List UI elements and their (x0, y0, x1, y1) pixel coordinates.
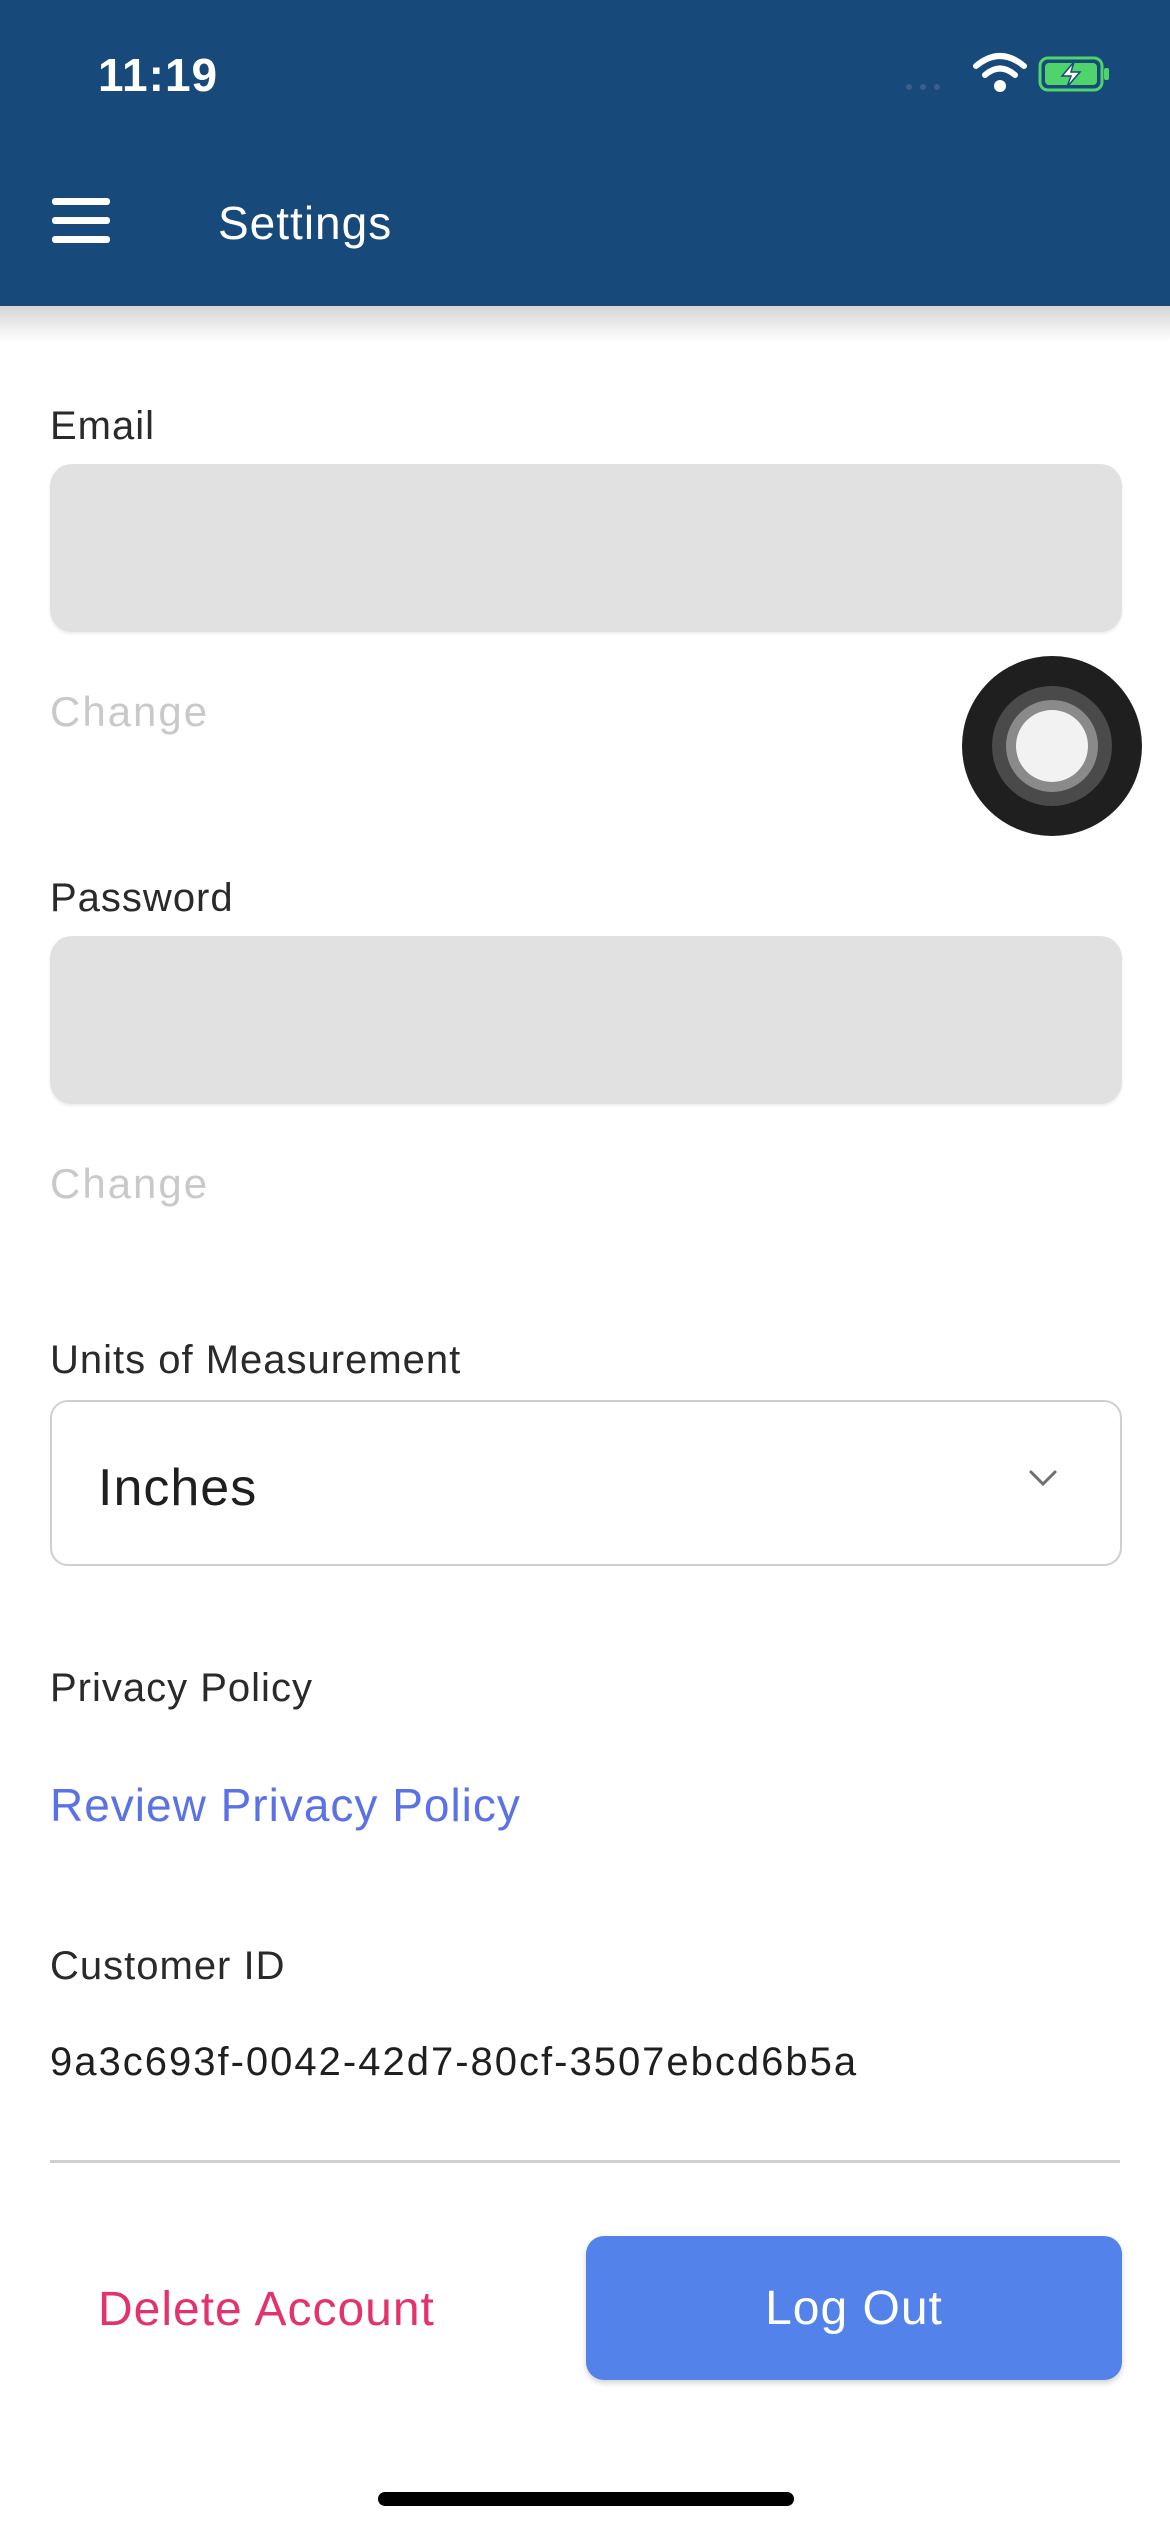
units-label: Units of Measurement (50, 1338, 462, 1382)
units-select[interactable]: Inches (50, 1400, 1122, 1566)
change-password-button[interactable]: Change (50, 1160, 209, 1208)
home-indicator[interactable] (378, 2492, 794, 2506)
app-bar: 11:19 Settings (0, 0, 1170, 306)
signal-icon (906, 84, 940, 90)
chevron-down-icon (1029, 1470, 1057, 1487)
review-privacy-policy-link[interactable]: Review Privacy Policy (50, 1778, 521, 1832)
password-label: Password (50, 876, 234, 920)
change-email-button[interactable]: Change (50, 688, 209, 736)
battery-charging-icon (1038, 56, 1109, 92)
email-label: Email (50, 404, 156, 448)
app-bar-shadow (0, 306, 1170, 342)
page-title: Settings (218, 197, 393, 249)
email-field[interactable] (50, 464, 1122, 632)
assistive-touch-button[interactable] (962, 656, 1142, 836)
privacy-policy-label: Privacy Policy (50, 1666, 313, 1710)
delete-account-button[interactable]: Delete Account (98, 2282, 435, 2337)
units-selected-value: Inches (98, 1459, 258, 1517)
wifi-icon (973, 53, 1027, 92)
customer-id-label: Customer ID (50, 1944, 286, 1988)
hamburger-menu-icon[interactable] (52, 198, 112, 244)
customer-id-value: 9a3c693f-0042-42d7-80cf-3507ebcd6b5a (50, 2040, 859, 2084)
log-out-button[interactable]: Log Out (586, 2236, 1122, 2380)
status-time: 11:19 (98, 49, 219, 101)
divider (50, 2160, 1120, 2163)
password-field[interactable] (50, 936, 1122, 1104)
